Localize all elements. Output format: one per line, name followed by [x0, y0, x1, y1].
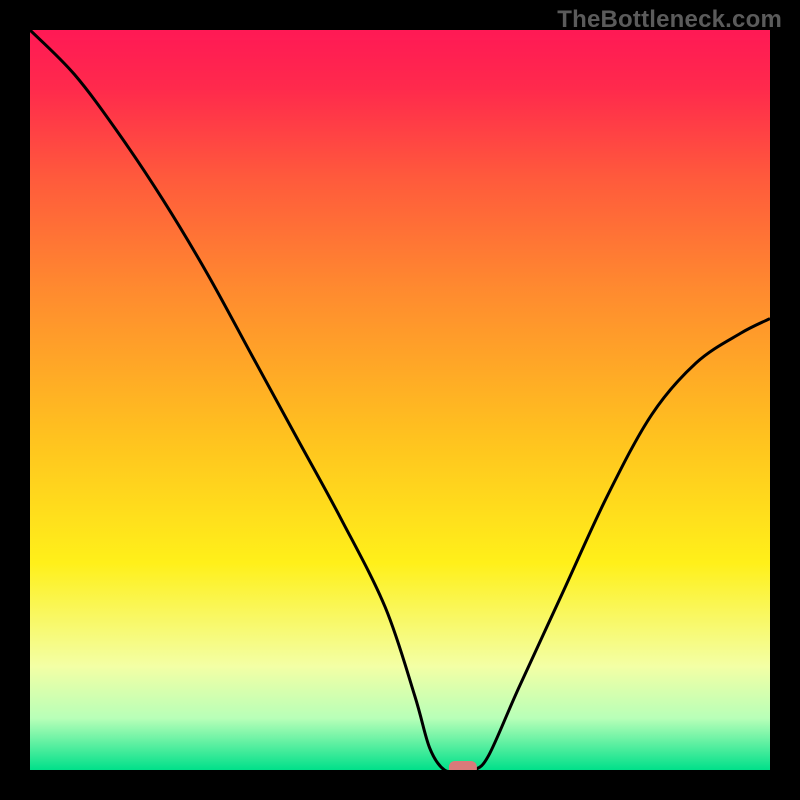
gradient-background: [30, 30, 770, 770]
watermark-text: TheBottleneck.com: [557, 6, 782, 34]
optimal-marker: [449, 761, 477, 770]
bottleneck-chart: [30, 30, 770, 770]
plot-area: [30, 30, 770, 770]
chart-frame: TheBottleneck.com: [0, 0, 800, 800]
